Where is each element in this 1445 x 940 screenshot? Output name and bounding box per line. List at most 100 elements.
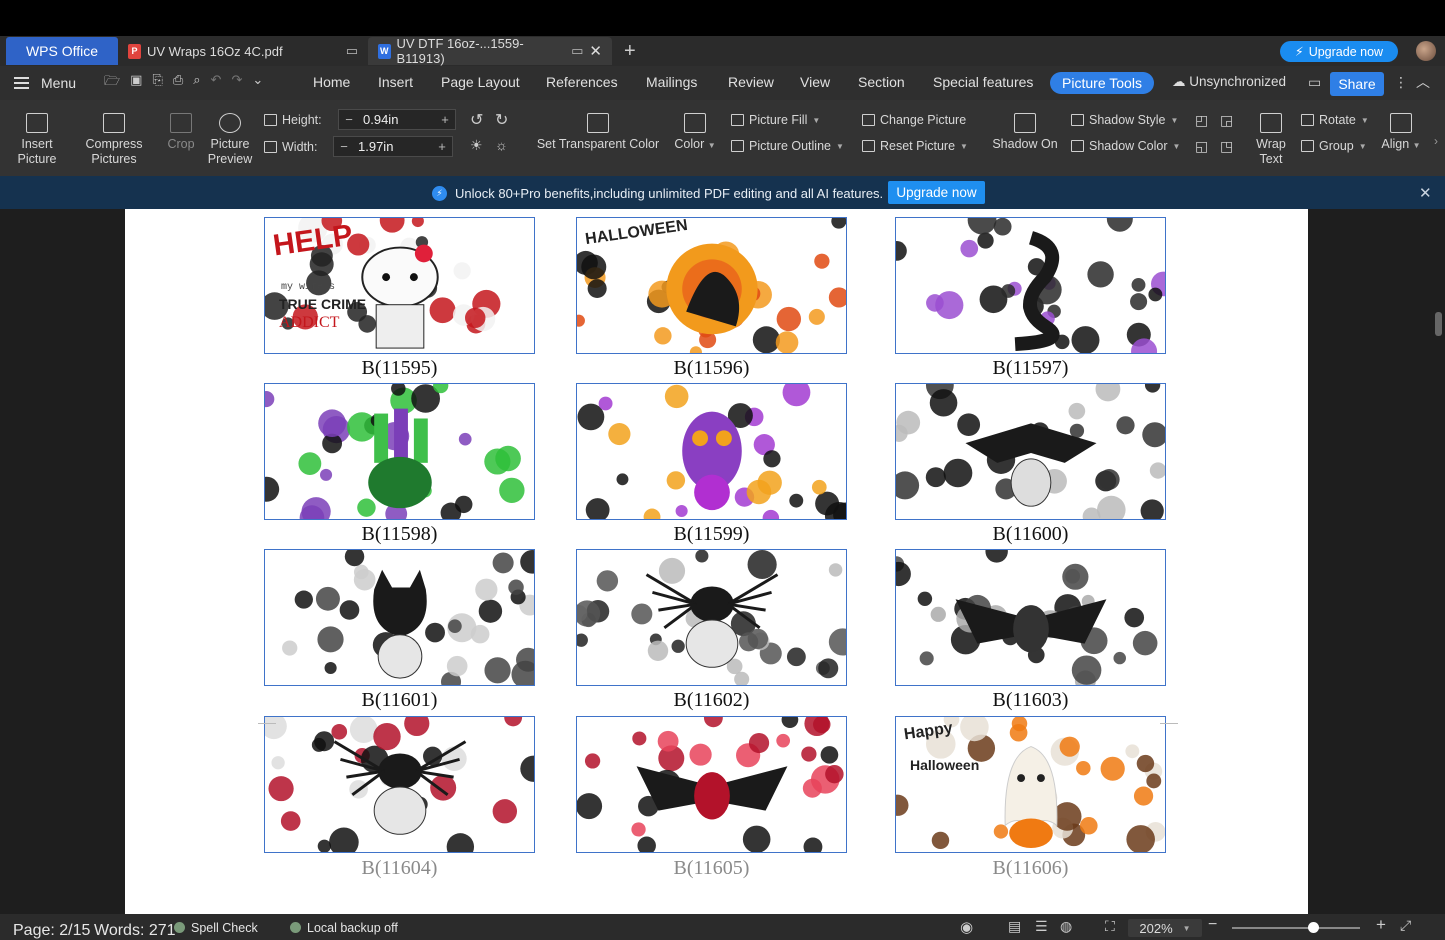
open-folder-icon[interactable]: 🗁 [104,72,120,94]
menu-special-features[interactable]: Special features [933,74,1033,90]
height-minus[interactable]: − [339,112,359,127]
picture-fill-button[interactable]: Picture Fill ▼ [731,113,820,127]
fit-page-icon[interactable]: ⛶ [1105,918,1115,935]
monitor-icon[interactable]: ▭ [571,43,583,59]
width-minus[interactable]: − [334,139,354,154]
menu-button[interactable]: Menu [41,75,76,91]
menu-picture-tools[interactable]: Picture Tools [1050,72,1154,94]
rotate-right-icon[interactable]: ↻ [495,110,508,130]
backup-status[interactable]: Local backup off [290,921,398,935]
shadow-nudge-left-icon[interactable]: ◱ [1195,138,1208,155]
crop-button[interactable]: Crop [164,113,198,152]
close-icon[interactable]: ✕ [1419,184,1432,202]
picture-spider-red[interactable] [264,716,535,853]
zoom-in-icon[interactable]: + [1376,915,1386,935]
width-plus[interactable]: + [432,139,452,154]
group-button[interactable]: Group ▼ [1301,139,1367,153]
hamburger-icon[interactable] [14,77,29,89]
picture-bat-mono[interactable] [895,549,1166,686]
insert-picture-button[interactable]: Insert Picture [12,113,62,167]
contrast-icon[interactable]: ☼ [495,137,508,153]
tab-pdf-document[interactable]: P UV Wraps 16Oz 4C.pdf ▭ [118,37,368,65]
zoom-slider[interactable] [1232,927,1360,929]
picture-eagle-skull[interactable] [895,383,1166,520]
spell-check-toggle[interactable]: Spell Check [174,921,258,935]
height-plus[interactable]: + [435,112,455,127]
monitor-icon[interactable]: ▭ [346,43,358,59]
picture-cat-skull[interactable] [264,549,535,686]
align-button[interactable]: Align ▼ [1380,113,1422,153]
web-view-icon[interactable]: ◍ [1060,918,1072,935]
width-field[interactable]: −1.97in + [333,136,453,157]
compress-pictures-button[interactable]: Compress Pictures [84,113,144,167]
picture-spider-skull[interactable] [576,549,847,686]
menu-insert[interactable]: Insert [378,74,413,90]
shadow-nudge-right-icon[interactable]: ◳ [1220,138,1233,155]
height-value[interactable]: 0.94in [359,112,435,127]
eye-protection-icon[interactable]: ◉ [960,918,973,936]
ribbon-scroll-right-icon[interactable]: › [1434,134,1438,148]
set-transparent-color-button[interactable]: Set Transparent Color [532,113,664,152]
close-tab-icon[interactable]: ✕ [589,42,602,60]
picture-witch-potions[interactable] [264,383,535,520]
crop-guide-line [258,723,276,724]
fullscreen-icon[interactable]: ⤢ [1400,917,1411,934]
menu-view[interactable]: View [800,74,830,90]
tab-word-document[interactable]: W UV DTF 16oz-...1559-B11913) ▭ ✕ [368,36,612,66]
rotate-button[interactable]: Rotate ▼ [1301,113,1369,127]
height-field[interactable]: −0.94in + [338,109,456,130]
picture-caption: B(11597) [992,357,1069,379]
picture-kitty-crime[interactable]: HELP TRUE CRIME ADDICT my wife's [264,217,535,354]
page-view-icon[interactable]: ▤ [1008,918,1021,935]
export-icon[interactable]: ⎘ [152,72,162,94]
unsynchronized-status[interactable]: ☁ Unsynchronized [1172,74,1286,90]
change-picture-button[interactable]: Change Picture [862,113,966,127]
shadow-nudge-down-icon[interactable]: ◲ [1220,112,1233,129]
word-count[interactable]: Words: 271 [94,922,176,940]
shadow-on-button[interactable]: Shadow On [990,113,1060,152]
print-icon[interactable]: ⎙ [173,72,183,94]
outline-view-icon[interactable]: ☰ [1035,918,1048,935]
rotate-left-icon[interactable]: ↺ [470,110,483,130]
picture-bat-red[interactable] [576,716,847,853]
customize-chevron-icon[interactable]: ⌄ [252,72,263,94]
avatar[interactable] [1416,41,1436,61]
shadow-style-button[interactable]: Shadow Style ▼ [1071,113,1178,127]
width-value[interactable]: 1.97in [354,139,432,154]
page-indicator[interactable]: Page: 2/15 [13,922,90,940]
menu-review[interactable]: Review [728,74,774,90]
tab-wps-office[interactable]: WPS Office [6,37,118,65]
color-button[interactable]: Color ▼ [672,113,718,153]
picture-owl-roses[interactable] [576,383,847,520]
collapse-ribbon-icon[interactable]: ︿ [1416,72,1430,92]
picture-preview-button[interactable]: Picture Preview [206,113,254,167]
zoom-slider-knob[interactable] [1308,922,1319,933]
picture-cobra-roses[interactable] [895,217,1166,354]
more-icon[interactable]: ⋮ [1394,74,1408,91]
menu-references[interactable]: References [546,74,618,90]
zoom-select[interactable]: 202% ▼ [1128,919,1202,937]
zoom-out-icon[interactable]: − [1208,916,1217,934]
redo-icon[interactable]: ↷ [231,72,242,94]
menu-mailings[interactable]: Mailings [646,74,697,90]
shadow-nudge-up-icon[interactable]: ◰ [1195,112,1208,129]
print-preview-icon[interactable]: ⌕ [193,72,200,94]
undo-icon[interactable]: ↶ [211,72,222,94]
upgrade-now-button[interactable]: ⚡ Upgrade now [1280,41,1398,62]
promo-upgrade-button[interactable]: Upgrade now [888,181,985,204]
picture-outline-button[interactable]: Picture Outline ▼ [731,139,844,153]
brightness-icon[interactable]: ☀ [470,137,483,154]
menu-section[interactable]: Section [858,74,905,90]
menu-page-layout[interactable]: Page Layout [441,74,520,90]
reset-picture-button[interactable]: Reset Picture ▼ [862,139,968,153]
shadow-color-button[interactable]: Shadow Color ▼ [1071,139,1180,153]
share-button[interactable]: Share [1330,72,1384,96]
picture-ghost-pumpkin[interactable]: Happy Halloween [895,716,1166,853]
wrap-text-button[interactable]: Wrap Text [1252,113,1290,167]
picture-halloween-raven[interactable]: HALLOWEEN [576,217,847,354]
new-tab-plus-icon[interactable]: + [612,40,648,63]
scrollbar-thumb[interactable] [1435,312,1442,336]
menu-home[interactable]: Home [313,74,350,90]
save-icon[interactable]: ▣ [130,72,142,94]
comment-icon[interactable]: ▭ [1308,74,1321,91]
